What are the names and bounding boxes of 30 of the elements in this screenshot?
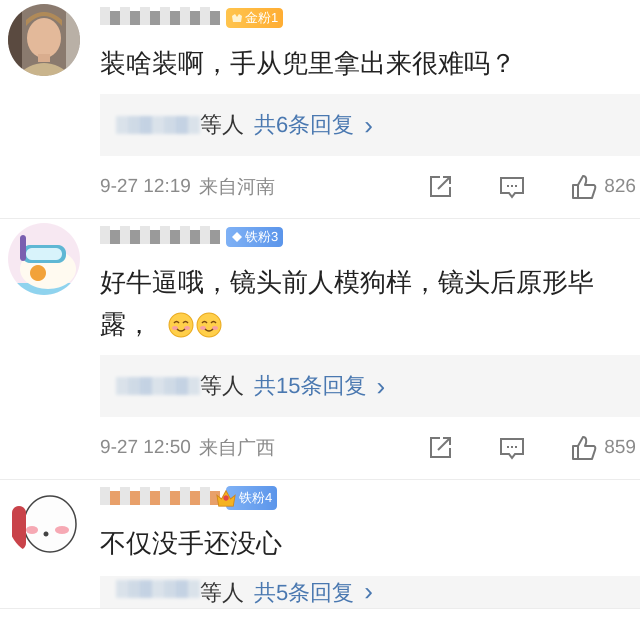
like-count: 859 [604,437,636,459]
chevron-icon: › [376,373,386,399]
comment-time: 9-27 12:19 [100,176,191,198]
fan-badge: 金粉1 [226,8,284,28]
crown-icon [215,488,237,508]
smiling-face-icon [168,312,194,338]
thumbs-up-icon[interactable] [570,173,598,201]
comment-text: 装啥装啊，手从兜里拿出来很难吗？ [100,47,517,80]
reply-count-link[interactable]: 共5条回复 [254,578,354,608]
smiling-face-icon [196,312,222,338]
crown-icon [231,12,243,24]
reply-count-link[interactable]: 共15条回复 [254,371,366,401]
comment-location: 来自河南 [198,176,275,200]
chevron-icon: › [364,578,373,604]
replies-panel[interactable]: 等人 共5条回复 › [100,576,640,608]
comment-time: 9-27 12:50 [100,437,191,459]
diamond-icon [231,231,243,243]
reply-users-text: 等人 [200,111,244,139]
comment-location: 来自广西 [198,437,275,461]
replies-panel[interactable]: 等人 共15条回复 › [100,355,640,417]
reply-users-text: 等人 [200,372,244,400]
reply-users-text: 等人 [200,579,244,607]
chevron-icon: › [364,112,373,138]
thumbs-up-icon[interactable] [570,434,598,462]
like-count: 826 [604,176,636,198]
fan-badge: 铁粉3 [226,227,284,247]
comment-text: 好牛逼哦，镜头前人模狗样，镜头后原形毕露， [100,266,595,341]
reply-count-link[interactable]: 共6条回复 [254,110,354,140]
replies-panel[interactable]: 等人 共6条回复 › [100,94,640,156]
comment-text: 不仅没手还没心 [100,527,283,560]
